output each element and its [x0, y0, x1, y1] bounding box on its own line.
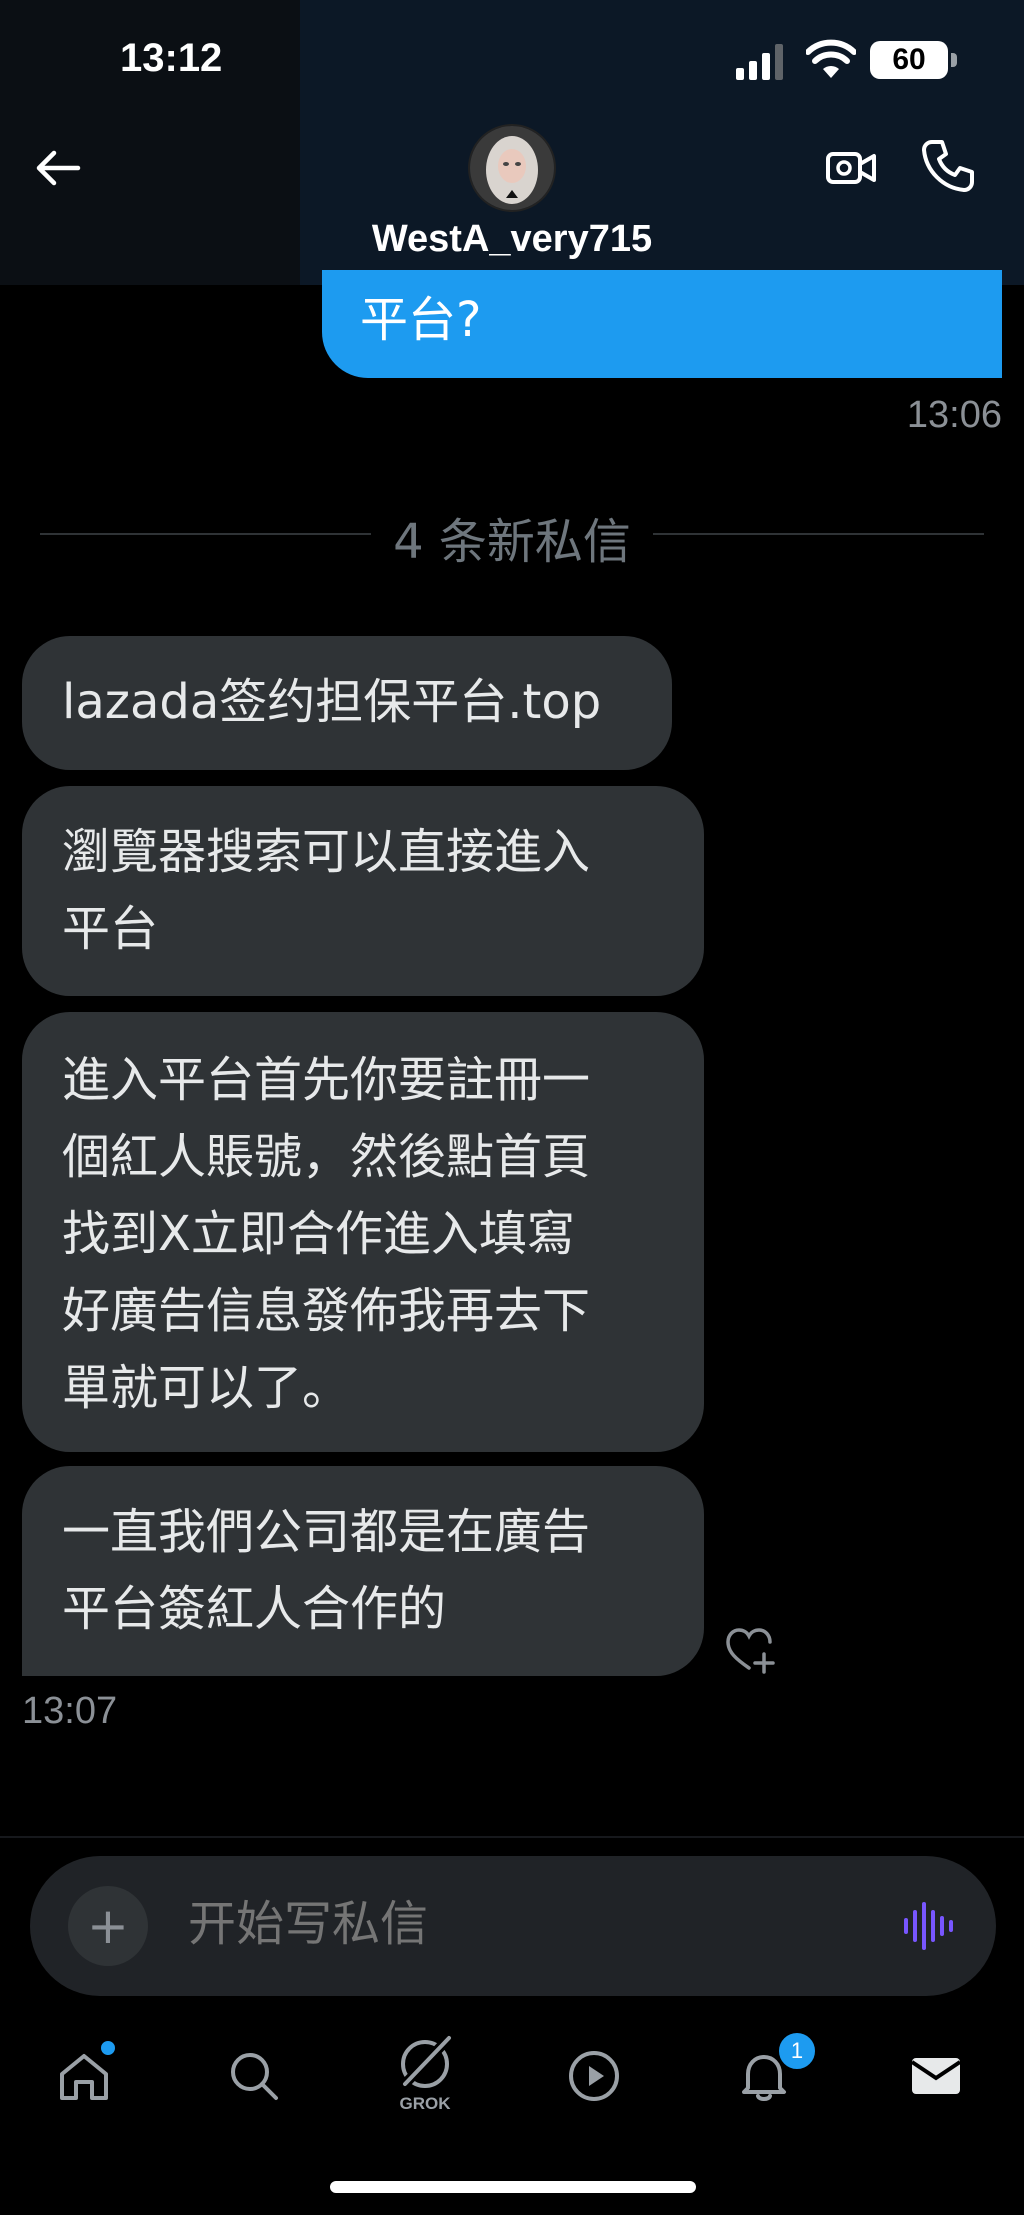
avatar[interactable] [468, 124, 556, 212]
message-line: lazada签约担保平台.top [62, 674, 602, 730]
message-line: 一直我們公司都是在廣告 [62, 1504, 591, 1560]
phone-icon[interactable] [918, 136, 978, 196]
conversation-username[interactable]: WestA_very715 [0, 218, 1024, 261]
heart-plus-icon[interactable] [722, 1622, 778, 1678]
tab-grok[interactable] [389, 2028, 461, 2100]
sent-message-text: 平台? [360, 292, 482, 348]
battery-indicator: 60 [870, 41, 948, 79]
new-messages-divider: 4 条新私信 [0, 502, 1024, 572]
received-message-bubble[interactable]: 一直我們公司都是在廣告 平台簽紅人合作的 [22, 1466, 704, 1676]
avatar-image [470, 126, 554, 210]
sent-message-time: 13:06 [906, 394, 1002, 436]
battery-tip [951, 53, 957, 67]
message-line: 平台 [62, 901, 159, 957]
status-time: 13:12 [120, 36, 223, 80]
message-line: 進入平台首先你要註冊一 [62, 1052, 591, 1108]
plus-icon[interactable]: + [68, 1886, 148, 1966]
new-messages-label: 4 条新私信 [371, 514, 653, 570]
wifi-icon [806, 39, 856, 78]
tab-messages[interactable] [900, 2040, 972, 2112]
mail-icon [910, 2058, 962, 2094]
message-input[interactable] [188, 1896, 868, 1952]
message-line: 平台簽紅人合作的 [62, 1581, 447, 1637]
notifications-badge: 1 [776, 2030, 818, 2072]
message-line: 單就可以了。 [62, 1360, 351, 1416]
voice-wave-icon[interactable] [898, 1896, 958, 1956]
received-message-time: 13:07 [22, 1690, 118, 1732]
play-icon [569, 2051, 619, 2101]
home-notification-dot [98, 2038, 118, 2058]
video-camera-icon[interactable] [822, 138, 882, 198]
back-arrow-icon[interactable] [30, 140, 86, 196]
message-line: 找到X立即合作進入填寫 [62, 1206, 575, 1262]
composer-separator [0, 1836, 1024, 1838]
message-line: 好廣告信息發佈我再去下 [62, 1283, 591, 1339]
home-indicator[interactable] [330, 2181, 696, 2193]
tab-search[interactable] [218, 2040, 290, 2112]
received-message-bubble[interactable]: lazada签约担保平台.top [22, 636, 672, 770]
grok-label: GROK [399, 2094, 451, 2113]
received-message-bubble[interactable]: 瀏覽器搜索可以直接進入 平台 [22, 786, 704, 996]
cellular-signal-icon [736, 44, 783, 80]
search-icon [231, 2053, 278, 2100]
message-line: 個紅人賬號，然後點首頁 [62, 1129, 591, 1185]
message-line: 瀏覽器搜索可以直接進入 [62, 824, 591, 880]
tab-video[interactable] [558, 2040, 630, 2112]
grok-icon [399, 2034, 453, 2090]
received-message-bubble[interactable]: 進入平台首先你要註冊一 個紅人賬號，然後點首頁 找到X立即合作進入填寫 好廣告信… [22, 1012, 704, 1452]
